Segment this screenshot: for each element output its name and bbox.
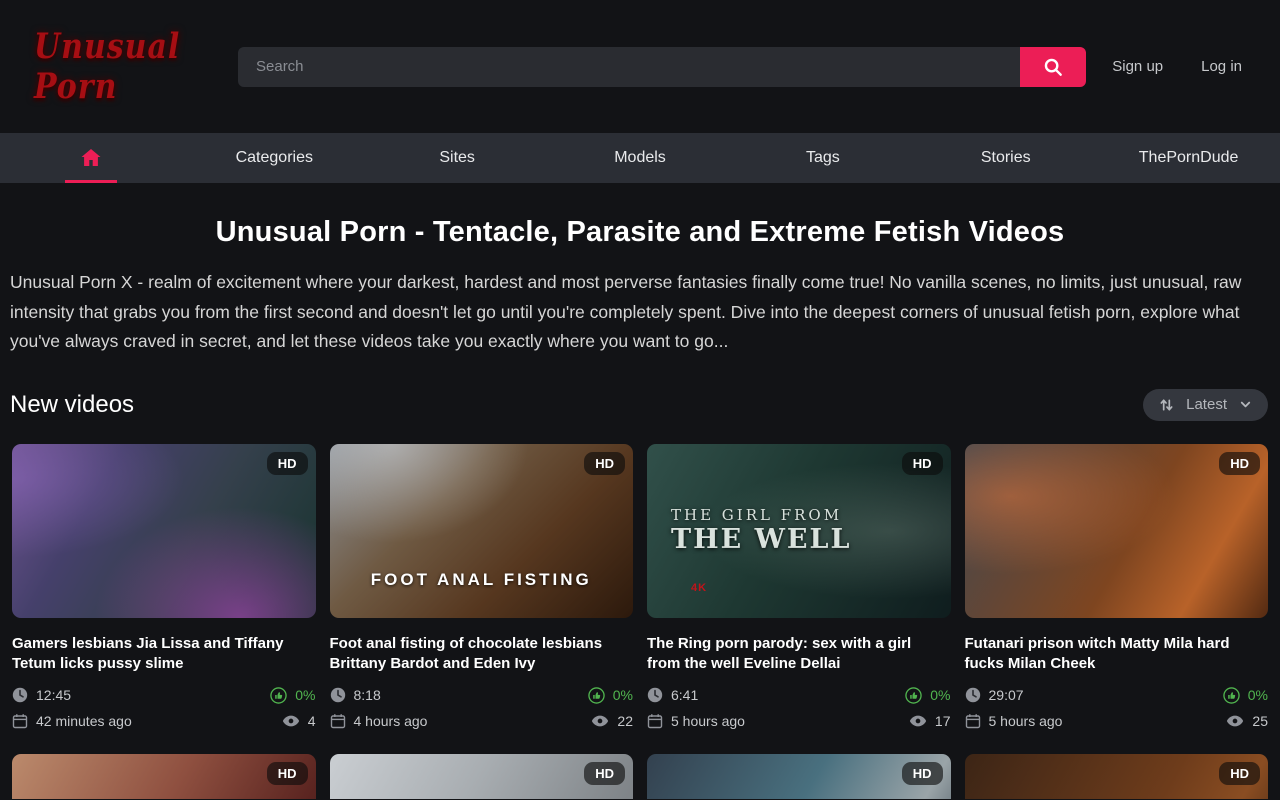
clock-icon [965,687,981,703]
video-duration: 8:18 [354,687,381,703]
clock-icon [647,687,663,703]
search-icon [1042,56,1064,78]
nav-item-stories[interactable]: Stories [914,133,1097,183]
video-thumbnail[interactable]: HD [647,754,951,799]
video-thumbnail[interactable]: HD [330,754,634,799]
eye-icon [909,714,927,728]
video-thumbnail[interactable]: HD [965,754,1269,799]
video-age: 5 hours ago [671,713,745,729]
video-age: 4 hours ago [354,713,428,729]
video-views: 25 [1252,713,1268,729]
hd-badge: HD [267,762,308,785]
video-age: 5 hours ago [989,713,1063,729]
hd-badge: HD [1219,452,1260,475]
video-views: 4 [308,713,316,729]
eye-icon [591,714,609,728]
video-title[interactable]: Gamers lesbians Jia Lissa and Tiffany Te… [12,634,316,674]
home-icon [79,146,103,170]
video-card: HD THE GIRL FROM THE WELL 4K The Ring po… [647,444,951,738]
main-nav: Categories Sites Models Tags Stories The… [0,133,1280,183]
video-rating: 0% [295,687,315,703]
video-views: 22 [617,713,633,729]
video-duration: 29:07 [989,687,1024,703]
thumbnail-movie-title: THE GIRL FROM THE WELL [671,506,851,555]
hd-badge: HD [267,452,308,475]
video-age: 42 minutes ago [36,713,132,729]
thumbnail-4k-tag: 4K [691,582,707,594]
video-rating: 0% [930,687,950,703]
hd-badge: HD [1219,762,1260,785]
chevron-down-icon [1239,398,1252,411]
video-duration: 12:45 [36,687,71,703]
nav-item-home[interactable] [0,133,183,183]
auth-links: Sign up Log in [1112,58,1242,75]
video-thumbnail[interactable]: HD [12,444,316,618]
eye-icon [282,714,300,728]
page-description: Unusual Porn X - realm of excitement whe… [10,268,1270,357]
video-stats: 6:41 0% 5 hours ago [647,687,951,729]
sort-arrows-icon [1159,397,1174,413]
thumbs-up-icon [1223,687,1240,704]
thumbnail-caption: FOOT ANAL FISTING [330,570,634,590]
video-thumbnail[interactable]: HD [965,444,1269,618]
video-views: 17 [935,713,951,729]
video-card: HD FOOT ANAL FISTING Foot anal fisting o… [330,444,634,738]
hd-badge: HD [584,452,625,475]
section-header: New videos Latest [10,389,1270,421]
page-title: Unusual Porn - Tentacle, Parasite and Ex… [10,216,1270,249]
sort-label: Latest [1186,396,1227,413]
video-title[interactable]: Futanari prison witch Matty Mila hard fu… [965,634,1269,674]
video-rating: 0% [613,687,633,703]
calendar-icon [965,713,981,729]
site-header: Unusual Porn Sign up Log in [0,0,1280,133]
video-thumbnail[interactable]: HD THE GIRL FROM THE WELL 4K [647,444,951,618]
nav-item-tags[interactable]: Tags [731,133,914,183]
calendar-icon [330,713,346,729]
main-content: Unusual Porn - Tentacle, Parasite and Ex… [0,216,1280,799]
site-logo[interactable]: Unusual Porn [34,26,214,107]
clock-icon [12,687,28,703]
hd-badge: HD [902,452,943,475]
video-stats: 8:18 0% 4 hours ago [330,687,634,729]
video-thumbnail[interactable]: HD [12,754,316,799]
search-bar [238,47,1086,87]
video-thumbnail[interactable]: HD FOOT ANAL FISTING [330,444,634,618]
nav-item-categories[interactable]: Categories [183,133,366,183]
thumbs-up-icon [905,687,922,704]
video-duration: 6:41 [671,687,698,703]
thumbs-up-icon [588,687,605,704]
thumbs-up-icon [270,687,287,704]
login-link[interactable]: Log in [1201,58,1242,75]
video-title[interactable]: The Ring porn parody: sex with a girl fr… [647,634,951,674]
clock-icon [330,687,346,703]
calendar-icon [647,713,663,729]
video-grid-row2: HD HD HD HD [10,754,1270,799]
eye-icon [1226,714,1244,728]
nav-item-sites[interactable]: Sites [366,133,549,183]
sort-dropdown[interactable]: Latest [1143,389,1268,421]
nav-item-models[interactable]: Models [549,133,732,183]
video-stats: 12:45 0% 42 minutes ago [12,687,316,729]
nav-item-theporndude[interactable]: ThePornDude [1097,133,1280,183]
section-title: New videos [10,391,134,419]
video-stats: 29:07 0% 5 hours ago [965,687,1269,729]
video-rating: 0% [1248,687,1268,703]
video-title[interactable]: Foot anal fisting of chocolate lesbians … [330,634,634,674]
search-input[interactable] [238,47,1020,87]
hd-badge: HD [902,762,943,785]
video-card: HD Futanari prison witch Matty Mila hard… [965,444,1269,738]
video-card: HD Gamers lesbians Jia Lissa and Tiffany… [12,444,316,738]
search-button[interactable] [1020,47,1086,87]
signup-link[interactable]: Sign up [1112,58,1163,75]
hd-badge: HD [584,762,625,785]
calendar-icon [12,713,28,729]
video-grid: HD Gamers lesbians Jia Lissa and Tiffany… [10,444,1270,738]
